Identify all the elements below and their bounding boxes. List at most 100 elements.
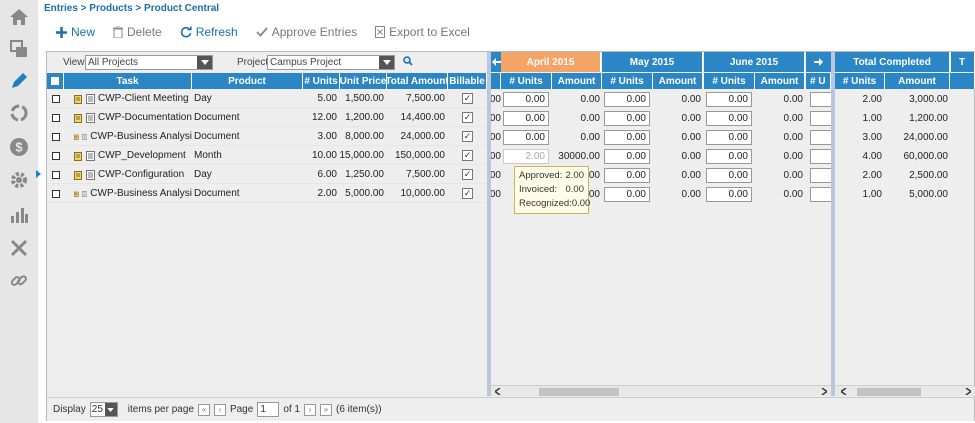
- june-amount-header[interactable]: Amount: [755, 73, 805, 89]
- search-icon[interactable]: [403, 55, 413, 69]
- billable-checkbox[interactable]: ✓: [462, 131, 473, 142]
- row-select-checkbox[interactable]: [51, 132, 60, 141]
- row-select-checkbox[interactable]: [51, 170, 60, 179]
- column-product[interactable]: Product: [192, 73, 303, 89]
- notes-icon[interactable]: [86, 169, 95, 180]
- edit-entry-icon[interactable]: [74, 94, 83, 104]
- april-units-input[interactable]: 0.00: [503, 130, 549, 145]
- june-units-header[interactable]: # Units: [704, 73, 755, 89]
- notes-icon[interactable]: [82, 189, 88, 199]
- may-units-header[interactable]: # Units: [602, 73, 653, 89]
- row-select-checkbox[interactable]: [51, 113, 60, 122]
- scroll-right-icon[interactable]: [821, 388, 827, 395]
- billable-checkbox[interactable]: ✓: [462, 150, 473, 161]
- first-page-button[interactable]: «: [197, 403, 210, 416]
- row-select-checkbox[interactable]: [51, 189, 60, 198]
- april-units-input[interactable]: 0.00: [503, 111, 549, 126]
- july-units-input[interactable]: [810, 149, 831, 164]
- edit-entry-icon[interactable]: [74, 170, 83, 180]
- home-icon[interactable]: [7, 5, 31, 29]
- edit-entry-icon[interactable]: [74, 113, 83, 123]
- may-units-input[interactable]: 0.00: [604, 130, 650, 145]
- billable-checkbox[interactable]: ✓: [462, 169, 473, 180]
- may-units-input[interactable]: 0.00: [604, 92, 650, 107]
- billable-checkbox[interactable]: ✓: [462, 93, 473, 104]
- july-units-input[interactable]: [810, 187, 831, 202]
- refresh-button[interactable]: Refresh: [180, 25, 238, 39]
- new-button[interactable]: New: [56, 25, 95, 39]
- scroll-thumb[interactable]: [539, 388, 619, 396]
- total-units-header[interactable]: # Units: [835, 73, 885, 89]
- table-row[interactable]: CWP-Client Meeting Day 5.00 1,500.00 7,500.0…: [47, 89, 487, 108]
- june-units-input[interactable]: 0.00: [706, 187, 752, 202]
- scroll-left-icon[interactable]: [841, 388, 847, 395]
- notes-icon[interactable]: [86, 93, 95, 104]
- prev-page-button[interactable]: ‹: [213, 403, 226, 416]
- table-row[interactable]: CWP-Documentation Document 12.00 1,200.00 14…: [47, 108, 487, 127]
- notes-icon[interactable]: [82, 132, 88, 142]
- may-amount-header[interactable]: Amount: [653, 73, 703, 89]
- table-row[interactable]: CWP-Configuration Day 6.00 1,250.00 7,500.00…: [47, 165, 487, 184]
- row-select-checkbox[interactable]: [51, 151, 60, 160]
- billable-checkbox[interactable]: ✓: [462, 188, 473, 199]
- scroll-thumb[interactable]: [857, 388, 921, 396]
- total-amount-header[interactable]: Amount: [885, 73, 950, 89]
- scroll-left-arrow-icon[interactable]: [491, 52, 501, 72]
- edit-entry-icon[interactable]: [74, 151, 83, 161]
- pencil-icon[interactable]: [7, 69, 31, 93]
- june-units-input[interactable]: 0.00: [706, 149, 752, 164]
- link-icon[interactable]: [7, 269, 31, 293]
- notes-icon[interactable]: [86, 112, 95, 123]
- june-units-input[interactable]: 0.00: [706, 111, 752, 126]
- may-units-input[interactable]: 0.00: [604, 149, 650, 164]
- billable-checkbox[interactable]: ✓: [462, 112, 473, 123]
- april-units-input[interactable]: 0.00: [503, 92, 549, 107]
- breadcrumb[interactable]: Entries > Products > Product Central: [44, 3, 219, 14]
- table-row[interactable]: CWP_Development Month 10.00 15,000.00 150,00…: [47, 146, 487, 165]
- june-units-input[interactable]: 0.00: [706, 130, 752, 145]
- april-units-input[interactable]: 2.00: [503, 149, 549, 164]
- june-units-input[interactable]: 0.00: [706, 92, 752, 107]
- column-billable[interactable]: Billable: [448, 73, 487, 89]
- scroll-right-arrow-icon[interactable]: [806, 52, 831, 72]
- july-units-input[interactable]: [810, 92, 831, 107]
- may-units-input[interactable]: 0.00: [604, 168, 650, 183]
- view-select[interactable]: All Projects: [85, 54, 213, 70]
- scroll-left-icon[interactable]: [495, 388, 501, 395]
- notes-icon[interactable]: [86, 150, 95, 161]
- row-select-checkbox[interactable]: [51, 94, 60, 103]
- select-all-checkbox[interactable]: [51, 77, 59, 85]
- column-task[interactable]: Task: [64, 73, 192, 89]
- total-completed-header[interactable]: Total Completed: [835, 52, 950, 72]
- may-units-input[interactable]: 0.00: [604, 187, 650, 202]
- monthly-horizontal-scrollbar[interactable]: [491, 385, 831, 396]
- total-next-header[interactable]: T: [951, 52, 975, 72]
- dollar-icon[interactable]: $: [7, 135, 31, 159]
- july-units-input[interactable]: [810, 111, 831, 126]
- month-june-header[interactable]: June 2015: [704, 52, 805, 72]
- project-select[interactable]: Campus Project: [267, 54, 395, 70]
- delete-button[interactable]: Delete: [113, 25, 162, 39]
- windows-icon[interactable]: [7, 37, 31, 61]
- page-size-select[interactable]: 25: [89, 402, 118, 417]
- april-units-header[interactable]: # Units: [501, 73, 552, 89]
- scroll-right-icon[interactable]: [965, 388, 971, 395]
- edit-entry-icon[interactable]: [74, 132, 79, 142]
- july-units-header[interactable]: # U: [806, 73, 831, 89]
- edit-entry-icon[interactable]: [74, 189, 79, 199]
- approve-entries-button[interactable]: Approve Entries: [256, 25, 357, 39]
- column-total-amount[interactable]: Total Amount: [387, 73, 448, 89]
- next-page-button[interactable]: ›: [304, 403, 316, 416]
- month-april-header[interactable]: April 2015: [501, 52, 601, 72]
- table-row[interactable]: CWP-Business Analysi Document 3.00 8,000.00…: [47, 127, 487, 146]
- settings-gear-icon[interactable]: [7, 168, 31, 192]
- column-units[interactable]: # Units: [303, 73, 340, 89]
- export-excel-button[interactable]: Export to Excel: [375, 25, 470, 39]
- month-may-header[interactable]: May 2015: [602, 52, 703, 72]
- june-units-input[interactable]: 0.00: [706, 168, 752, 183]
- april-amount-header[interactable]: Amount: [552, 73, 602, 89]
- july-units-input[interactable]: [810, 130, 831, 145]
- page-number-input[interactable]: 1: [257, 402, 280, 417]
- last-page-button[interactable]: »: [320, 403, 332, 416]
- tools-icon[interactable]: [7, 236, 31, 260]
